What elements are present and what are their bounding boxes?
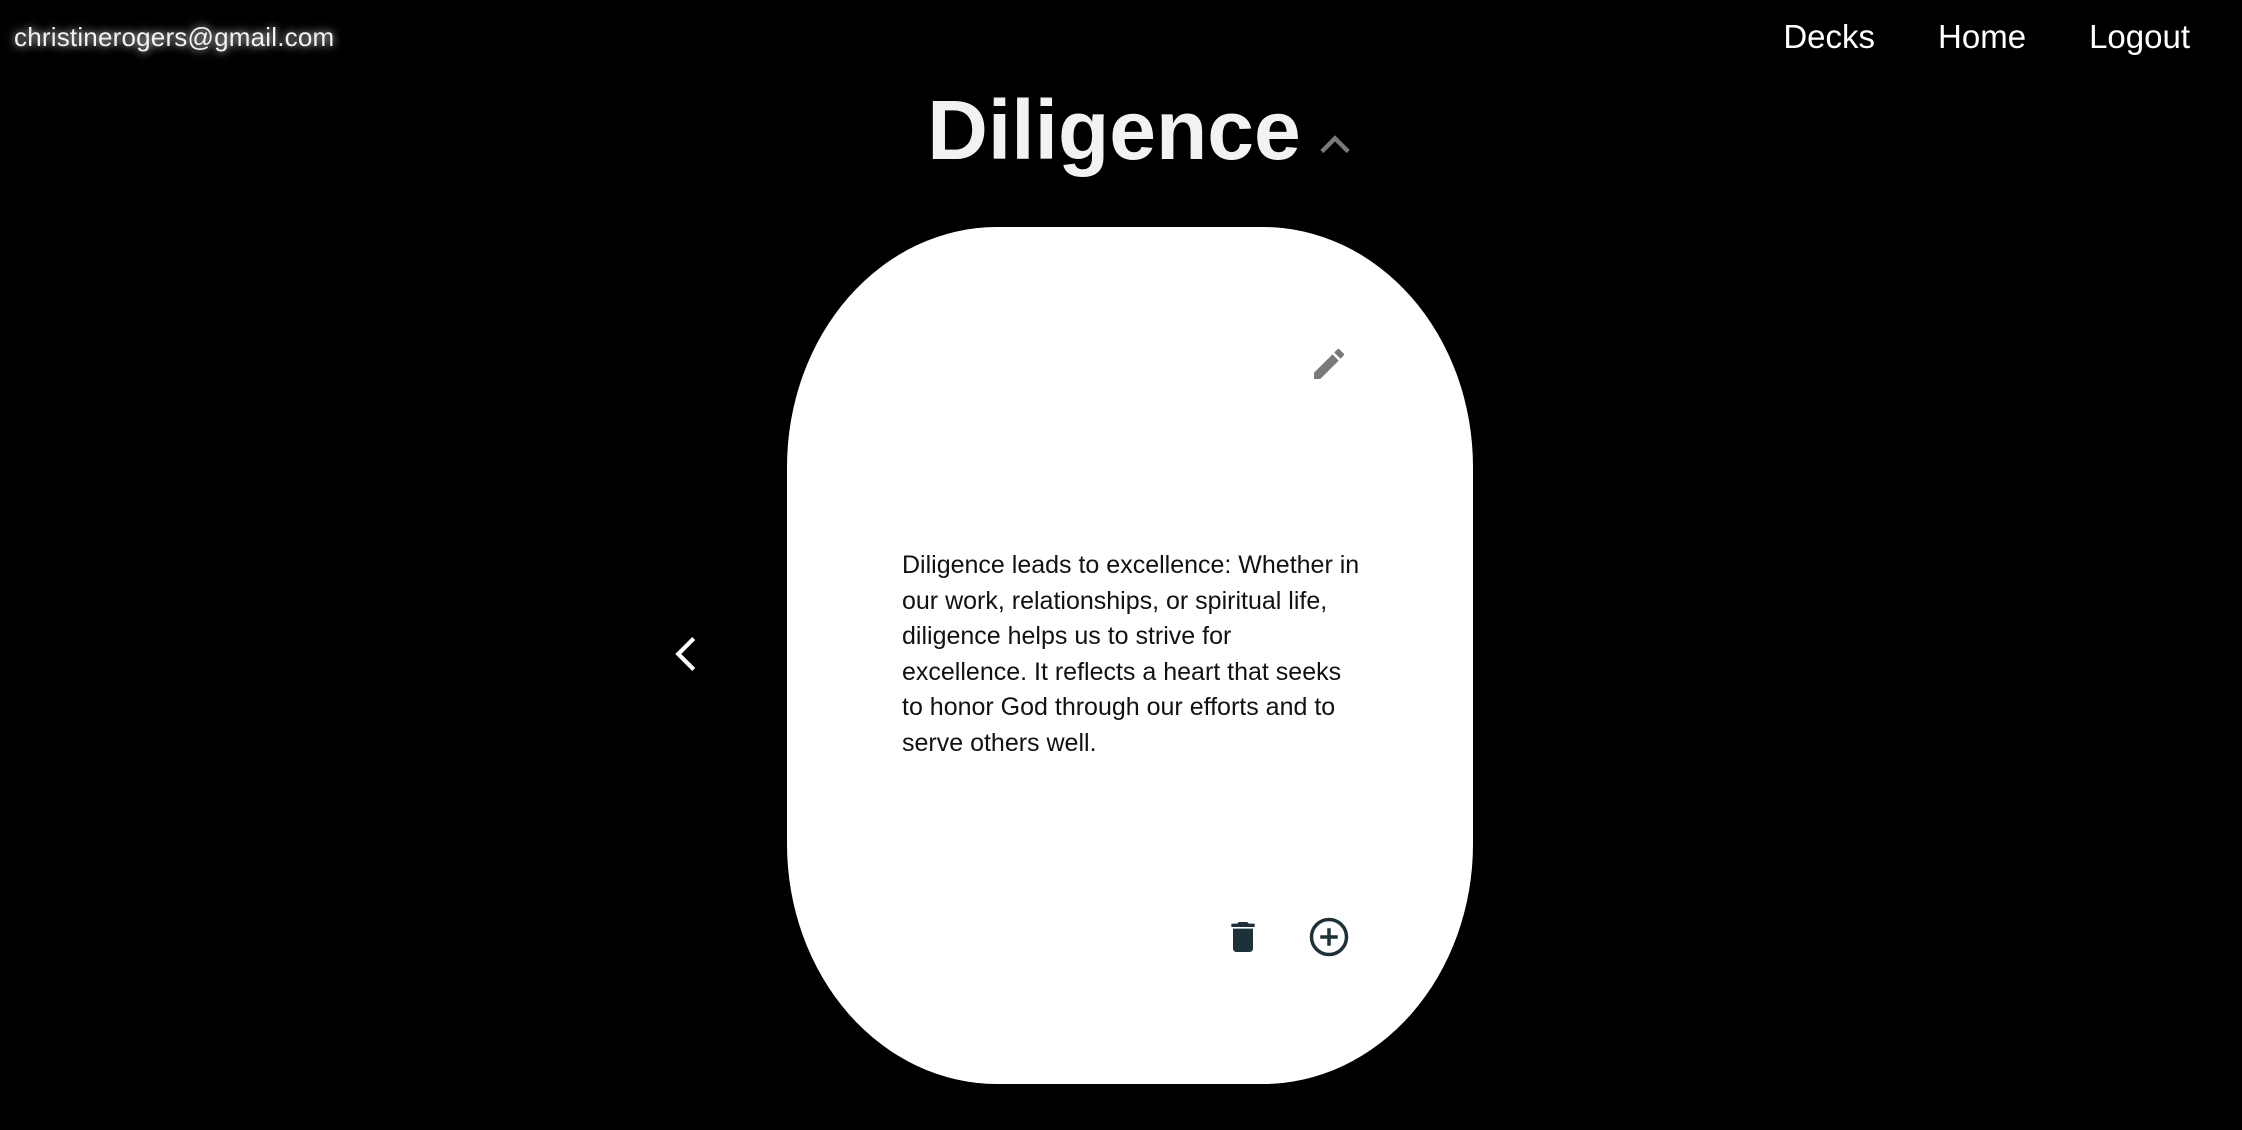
user-email: christinerogers@gmail.com [14, 22, 335, 52]
deck-header: Diligence [0, 88, 2242, 172]
chevron-left-icon[interactable] [666, 633, 708, 675]
trash-icon[interactable] [1223, 917, 1263, 957]
chevron-up-icon[interactable] [1315, 125, 1355, 165]
nav-link-logout[interactable]: Logout [2089, 18, 2190, 56]
card-text: Diligence leads to excellence: Whether i… [902, 551, 1360, 757]
pencil-icon[interactable] [1309, 344, 1349, 384]
top-nav: Decks Home Logout [1720, 18, 2190, 56]
app-page: christinerogers@gmail.com Decks Home Log… [0, 0, 2242, 1130]
plus-circle-icon[interactable] [1308, 916, 1350, 958]
nav-link-decks[interactable]: Decks [1783, 18, 1875, 56]
deck-title: Diligence [927, 83, 1301, 177]
flashcard: Diligence leads to excellence: Whether i… [787, 227, 1473, 1084]
nav-link-home[interactable]: Home [1938, 18, 2026, 56]
